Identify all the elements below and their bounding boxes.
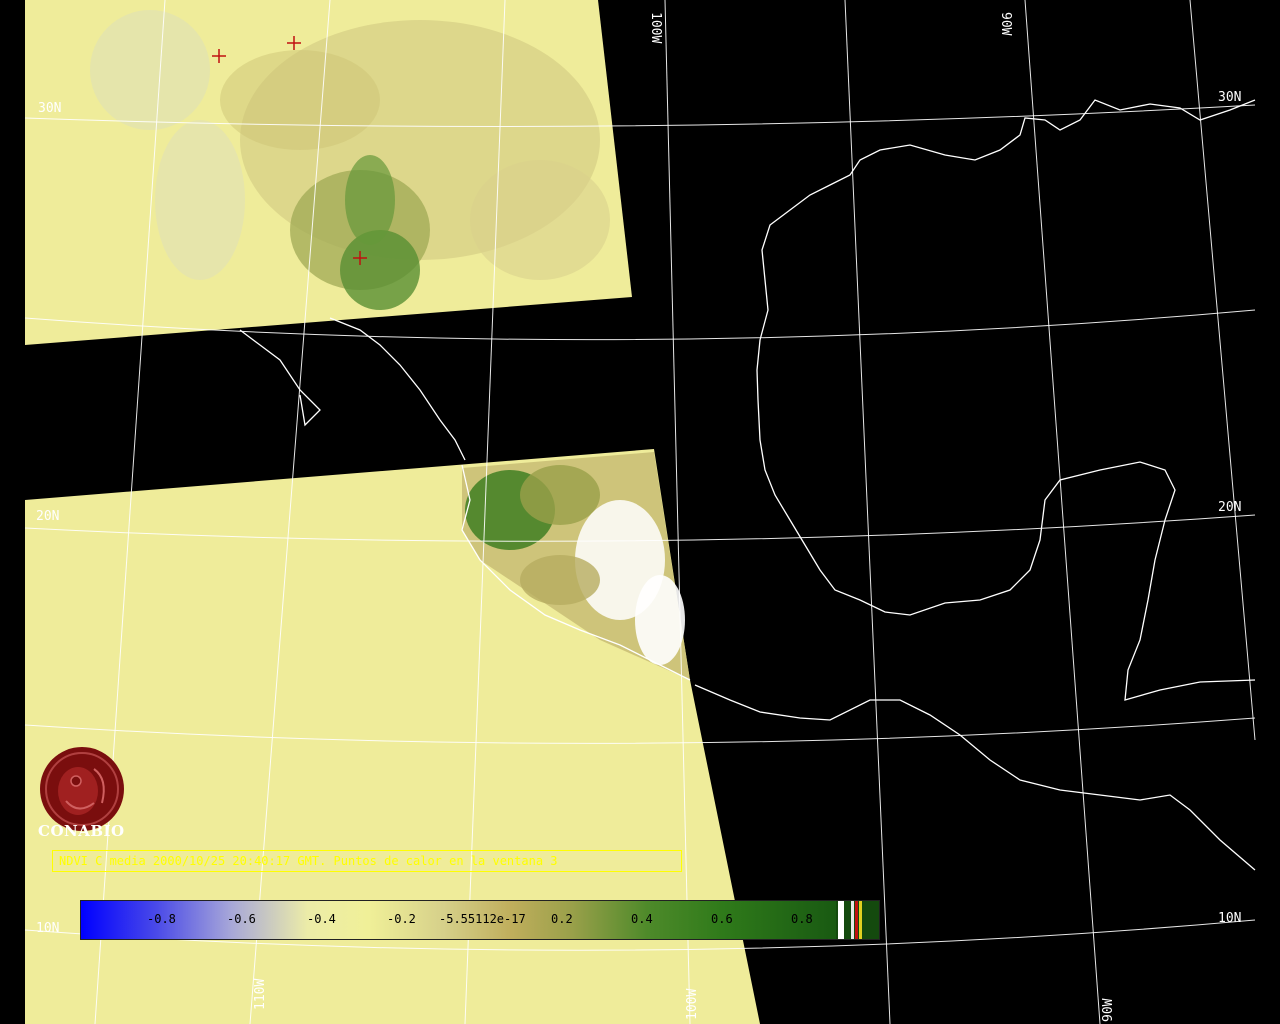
label-90w-bottom: 90W <box>1101 998 1116 1022</box>
tail-stripe-yellow <box>859 901 862 939</box>
colorbar-tick: -0.8 <box>147 912 176 926</box>
colorbar-tick: -5.55112e-17 <box>439 912 526 926</box>
label-90w-top: 90W <box>998 12 1013 36</box>
label-110w-bottom: 110W <box>253 979 268 1010</box>
label-10n-left: 10N <box>36 921 59 936</box>
colorbar-tick: -0.4 <box>307 912 336 926</box>
label-30n-left: 30N <box>38 101 61 116</box>
label-30n-right: 30N <box>1218 90 1241 105</box>
tail-stripe-light <box>851 901 854 939</box>
label-20n-right: 20N <box>1218 500 1241 515</box>
conabio-logo-text: CONABIO <box>38 822 125 840</box>
colorbar-tick: 0.4 <box>631 912 653 926</box>
colorbar-tail <box>836 901 879 939</box>
label-100w-top: 100W <box>648 12 663 43</box>
label-100w-bottom: 100W <box>685 989 700 1020</box>
colorbar-tick: 0.6 <box>711 912 733 926</box>
colorbar-tick: -0.2 <box>387 912 416 926</box>
colorbar-tick: -0.6 <box>227 912 256 926</box>
label-20n-left: 20N <box>36 509 59 524</box>
tail-stripe-red <box>855 901 858 939</box>
ndvi-colorbar: -0.8 -0.6 -0.4 -0.2 -5.55112e-17 0.2 0.4… <box>80 900 880 940</box>
map-stage: 30N 30N 20N 20N 10N 10N 100W 90W 110W 10… <box>0 0 1280 1024</box>
label-10n-right: 10N <box>1218 911 1241 926</box>
image-caption: NDVI C media 2000/10/25 20:40:17 GMT. Pu… <box>52 850 682 872</box>
colorbar-tick: 0.8 <box>791 912 813 926</box>
colorbar-tick: 0.2 <box>551 912 573 926</box>
tail-stripe-white <box>838 901 844 939</box>
